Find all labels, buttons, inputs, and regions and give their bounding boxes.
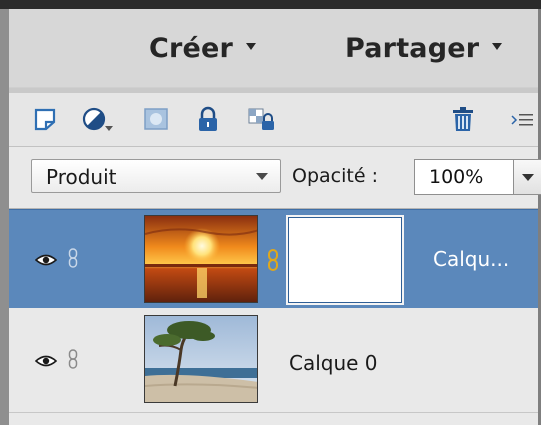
blend-mode-value: Produit bbox=[46, 165, 117, 189]
visibility-eye-icon[interactable] bbox=[34, 353, 58, 367]
layer-thumbnail-sunset bbox=[144, 215, 258, 303]
create-menu-label: Créer bbox=[149, 33, 234, 64]
chevron-down-icon bbox=[256, 173, 268, 180]
chevron-down-icon bbox=[492, 43, 503, 50]
layer-options-bar: Produit Opacité : 100% bbox=[9, 147, 541, 209]
visibility-eye-icon[interactable] bbox=[34, 252, 58, 266]
window-left-border bbox=[0, 9, 9, 425]
chevron-down-icon bbox=[246, 43, 257, 50]
top-menu-bar: Créer Partager bbox=[9, 9, 538, 87]
adjustment-layer-icon[interactable] bbox=[81, 106, 113, 132]
toolbar-divider bbox=[9, 88, 538, 93]
share-menu-label: Partager bbox=[345, 33, 480, 64]
layers-list: Calqu... Calque 0 bbox=[9, 209, 538, 425]
blend-mode-select[interactable]: Produit bbox=[31, 159, 281, 193]
layer-row-selected[interactable]: Calqu... bbox=[9, 209, 538, 308]
layer-name: Calque 0 bbox=[289, 351, 378, 375]
window-top-border bbox=[0, 0, 541, 9]
new-layer-icon[interactable] bbox=[33, 106, 61, 132]
opacity-label: Opacité : bbox=[292, 165, 378, 187]
layers-toolbar bbox=[9, 87, 538, 147]
layer-mask-icon[interactable] bbox=[142, 106, 170, 132]
opacity-dropdown-button[interactable] bbox=[513, 159, 541, 195]
opacity-input[interactable]: 100% bbox=[414, 159, 514, 195]
mask-link-chain-icon[interactable] bbox=[267, 249, 279, 271]
lock-transparency-icon[interactable] bbox=[247, 106, 275, 132]
chevron-down-icon bbox=[522, 174, 534, 181]
layer-mask-thumbnail[interactable] bbox=[286, 215, 404, 305]
layer-name: Calqu... bbox=[433, 247, 510, 271]
panel-menu-icon[interactable] bbox=[509, 106, 535, 132]
lock-all-icon[interactable] bbox=[194, 106, 222, 132]
layer-thumbnail-beach bbox=[144, 315, 258, 403]
link-icon[interactable] bbox=[68, 349, 78, 369]
layer-row[interactable]: Calque 0 bbox=[9, 308, 538, 413]
trash-icon[interactable] bbox=[449, 106, 477, 132]
link-icon[interactable] bbox=[68, 248, 78, 268]
share-menu-button[interactable]: Partager bbox=[345, 33, 503, 64]
create-menu-button[interactable]: Créer bbox=[149, 33, 257, 64]
